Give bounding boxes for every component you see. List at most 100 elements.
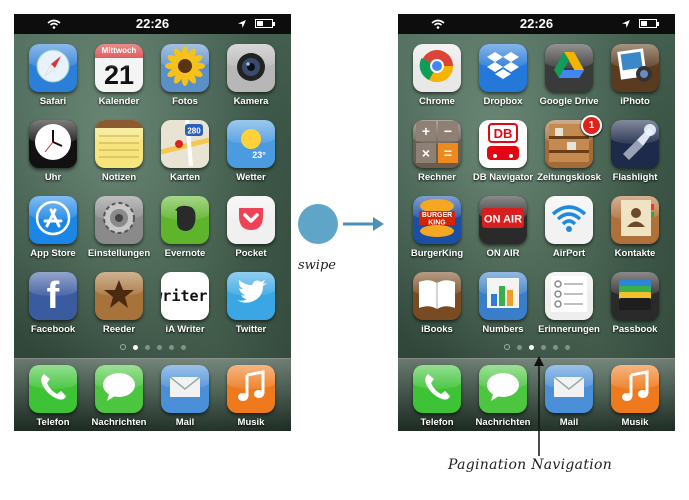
swipe-label: swipe bbox=[298, 258, 336, 273]
location-arrow-icon bbox=[238, 20, 246, 28]
battery-icon bbox=[255, 19, 275, 28]
app-wetter[interactable]: 23° Wetter bbox=[218, 120, 284, 196]
app-app-store[interactable]: App Store bbox=[20, 196, 86, 272]
app-evernote[interactable]: Evernote bbox=[152, 196, 218, 272]
app-label: Musik bbox=[237, 417, 265, 428]
google-drive-icon bbox=[545, 44, 593, 92]
evernote-icon bbox=[161, 196, 209, 244]
app-chrome[interactable]: Chrome bbox=[404, 44, 470, 120]
app-on-air[interactable]: ON AIR ON AIR bbox=[470, 196, 536, 272]
mail-icon bbox=[545, 365, 593, 413]
app-label: Kamera bbox=[233, 96, 269, 107]
clock-icon bbox=[29, 120, 77, 168]
svg-text:×: × bbox=[422, 145, 430, 161]
app-label: Flashlight bbox=[612, 172, 658, 183]
airport-wifi-icon bbox=[545, 196, 593, 244]
messages-icon bbox=[479, 365, 527, 413]
app-nachrichten[interactable]: Nachrichten bbox=[470, 365, 536, 431]
calendar-weekday: Mittwoch bbox=[95, 44, 143, 58]
status-bar: 22:26 bbox=[398, 14, 675, 34]
on-air-icon: ON AIR bbox=[479, 196, 527, 244]
app-musik[interactable]: Musik bbox=[602, 365, 668, 431]
phone-icon bbox=[29, 365, 77, 413]
svg-text:280: 280 bbox=[187, 126, 201, 135]
app-fotos[interactable]: Fotos bbox=[152, 44, 218, 120]
app-telefon[interactable]: Telefon bbox=[20, 365, 86, 431]
pagination-navigation-label: Pagination Navigation bbox=[448, 457, 613, 473]
app-label: Wetter bbox=[236, 172, 266, 183]
calculator-icon: + − × = bbox=[413, 120, 461, 168]
app-ibooks[interactable]: iBooks bbox=[404, 272, 470, 348]
app-rechner[interactable]: + − × = Rechner bbox=[404, 120, 470, 196]
app-kontakte[interactable]: Kontakte bbox=[602, 196, 668, 272]
status-bar: 22:26 bbox=[14, 14, 291, 34]
mail-icon bbox=[161, 365, 209, 413]
app-facebook[interactable]: f Facebook bbox=[20, 272, 86, 348]
app-passbook[interactable]: Passbook bbox=[602, 272, 668, 348]
app-erinnerungen[interactable]: Erinnerungen bbox=[536, 272, 602, 348]
app-safari[interactable]: Safari bbox=[20, 44, 86, 120]
app-db-navigator[interactable]: DB DB Navigator bbox=[470, 120, 536, 196]
app-mail[interactable]: Mail bbox=[152, 365, 218, 431]
db-navigator-icon: DB bbox=[479, 120, 527, 168]
app-dropbox[interactable]: Dropbox bbox=[470, 44, 536, 120]
music-icon bbox=[227, 365, 275, 413]
app-label: iPhoto bbox=[620, 96, 650, 107]
maps-icon: 280 bbox=[161, 120, 209, 168]
app-kamera[interactable]: Kamera bbox=[218, 44, 284, 120]
iphoto-icon bbox=[611, 44, 659, 92]
chrome-icon bbox=[413, 44, 461, 92]
svg-text:BURGER: BURGER bbox=[422, 212, 452, 219]
notes-icon bbox=[95, 120, 143, 168]
status-time: 22:26 bbox=[135, 16, 170, 31]
app-burgerking[interactable]: BURGER KING BurgerKing bbox=[404, 196, 470, 272]
music-icon bbox=[611, 365, 659, 413]
app-reeder[interactable]: Reeder bbox=[86, 272, 152, 348]
app-label: Pocket bbox=[235, 248, 267, 259]
reeder-star-icon bbox=[95, 272, 143, 320]
app-musik[interactable]: Musik bbox=[218, 365, 284, 431]
app-numbers[interactable]: Numbers bbox=[470, 272, 536, 348]
pagination-pointer-arrow-icon bbox=[534, 356, 544, 456]
app-mail[interactable]: Mail bbox=[536, 365, 602, 431]
app-uhr[interactable]: Uhr bbox=[20, 120, 86, 196]
app-airport[interactable]: AirPort bbox=[536, 196, 602, 272]
app-telefon[interactable]: Telefon bbox=[404, 365, 470, 431]
app-notizen[interactable]: Notizen bbox=[86, 120, 152, 196]
svg-text:23°: 23° bbox=[252, 150, 266, 160]
app-einstellungen[interactable]: Einstellungen bbox=[86, 196, 152, 272]
weather-icon: 23° bbox=[227, 120, 275, 168]
passbook-icon bbox=[611, 272, 659, 320]
status-time: 22:26 bbox=[519, 16, 554, 31]
writer-icon: writer| bbox=[161, 272, 209, 320]
app-kalender[interactable]: Mittwoch 21 Kalender bbox=[86, 44, 152, 120]
svg-text:DB: DB bbox=[494, 126, 513, 141]
app-twitter[interactable]: Twitter bbox=[218, 272, 284, 348]
camera-icon bbox=[227, 44, 275, 92]
app-ia-writer[interactable]: writer|iA Writer bbox=[152, 272, 218, 348]
contacts-icon bbox=[611, 196, 659, 244]
calendar-icon: Mittwoch 21 bbox=[95, 44, 143, 92]
facebook-icon: f bbox=[29, 272, 77, 320]
app-nachrichten[interactable]: Nachrichten bbox=[86, 365, 152, 431]
app-label: Twitter bbox=[235, 324, 267, 335]
sunflower-icon bbox=[161, 44, 209, 92]
app-iphoto[interactable]: iPhoto bbox=[602, 44, 668, 120]
app-pocket[interactable]: Pocket bbox=[218, 196, 284, 272]
flashlight-icon bbox=[611, 120, 659, 168]
svg-text:=: = bbox=[444, 145, 452, 161]
settings-gear-icon bbox=[95, 196, 143, 244]
battery-icon bbox=[639, 19, 659, 28]
dropbox-icon bbox=[479, 44, 527, 92]
app-flashlight[interactable]: Flashlight bbox=[602, 120, 668, 196]
app-zeitungskiosk[interactable]: 1 Zeitungskiosk bbox=[536, 115, 602, 196]
pocket-icon bbox=[227, 196, 275, 244]
app-label: Kontakte bbox=[614, 248, 656, 259]
burger-king-icon: BURGER KING bbox=[413, 196, 461, 244]
phone-icon bbox=[413, 365, 461, 413]
app-karten[interactable]: 280 Karten bbox=[152, 120, 218, 196]
app-google-drive[interactable]: Google Drive bbox=[536, 44, 602, 120]
location-arrow-icon bbox=[622, 20, 630, 28]
reminders-icon bbox=[545, 272, 593, 320]
ibooks-icon bbox=[413, 272, 461, 320]
